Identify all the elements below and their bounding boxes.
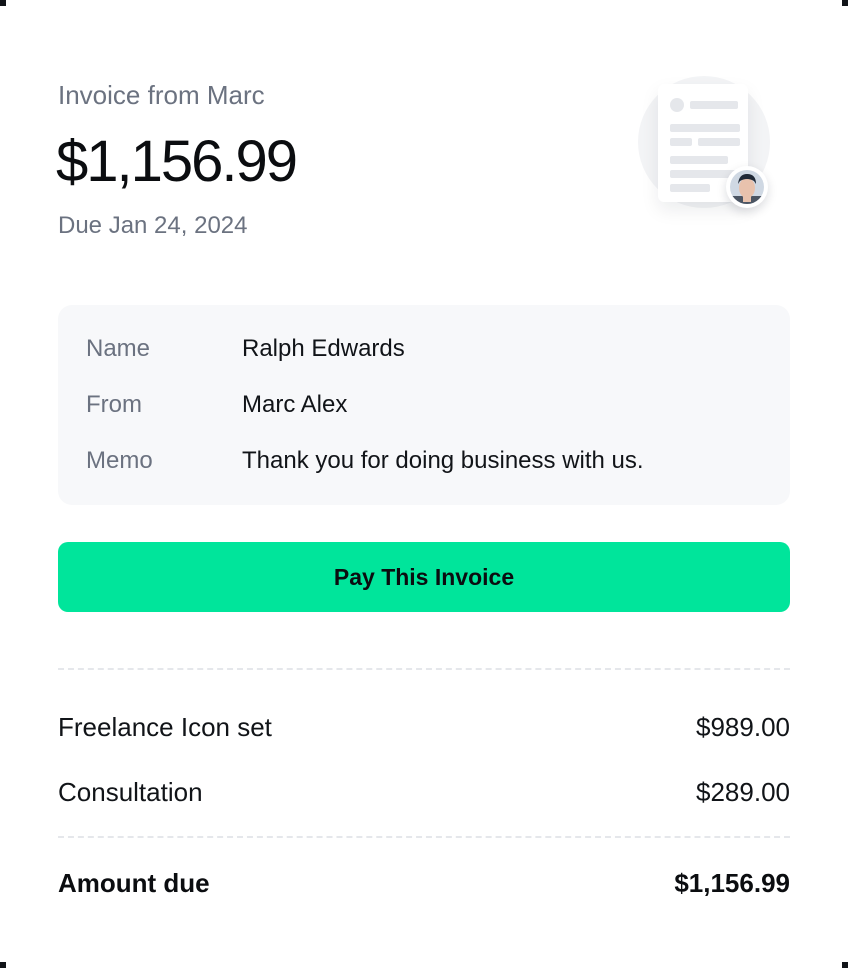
amount-due-row: Amount due $1,156.99 bbox=[58, 868, 790, 904]
amount-due-label: Amount due bbox=[58, 868, 210, 898]
amount-due-value: $1,156.99 bbox=[674, 868, 790, 898]
corner-mark bbox=[0, 0, 6, 6]
divider bbox=[58, 836, 790, 838]
invoice-due-date: Due Jan 24, 2024 bbox=[58, 212, 248, 239]
divider bbox=[58, 668, 790, 670]
line-item: Freelance Icon set $989.00 bbox=[58, 712, 790, 746]
invoice-amount: $1,156.99 bbox=[56, 129, 298, 194]
line-item-name: Freelance Icon set bbox=[58, 712, 272, 742]
pay-invoice-button[interactable]: Pay This Invoice bbox=[58, 542, 790, 612]
detail-label: From bbox=[86, 391, 142, 418]
person-avatar-icon bbox=[730, 170, 764, 204]
detail-label: Memo bbox=[86, 447, 153, 474]
detail-value: Thank you for doing business with us. bbox=[242, 447, 644, 474]
line-item-amount: $289.00 bbox=[696, 777, 790, 807]
line-item-amount: $989.00 bbox=[696, 712, 790, 742]
invoice-illustration bbox=[628, 70, 788, 220]
corner-mark bbox=[842, 0, 848, 6]
invoice-card: Invoice from Marc $1,156.99 Due Jan 24, … bbox=[0, 0, 848, 968]
invoice-from-title: Invoice from Marc bbox=[58, 80, 265, 110]
corner-mark bbox=[0, 962, 6, 968]
line-item-name: Consultation bbox=[58, 777, 203, 807]
detail-value: Ralph Edwards bbox=[242, 335, 405, 362]
avatar bbox=[726, 166, 768, 208]
detail-label: Name bbox=[86, 335, 151, 362]
invoice-details-panel: Name Ralph Edwards From Marc Alex Memo T… bbox=[58, 305, 790, 505]
detail-value: Marc Alex bbox=[242, 391, 348, 418]
line-item: Consultation $289.00 bbox=[58, 777, 790, 811]
corner-mark bbox=[842, 962, 848, 968]
